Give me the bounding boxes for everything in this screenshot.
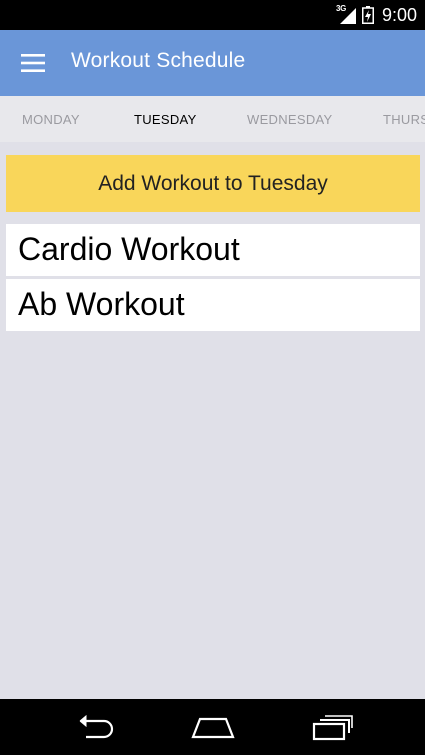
workout-name: Cardio Workout xyxy=(18,231,240,267)
back-icon[interactable] xyxy=(74,713,116,741)
status-bar: 3G 9:00 xyxy=(0,0,425,30)
page-title: Workout Schedule xyxy=(71,49,246,72)
hamburger-menu-icon[interactable] xyxy=(21,54,45,72)
tab-tuesday[interactable]: TUESDAY xyxy=(134,112,197,127)
tab-thursday[interactable]: THURS xyxy=(383,112,425,127)
tab-monday[interactable]: MONDAY xyxy=(22,112,80,127)
workout-list: Cardio Workout Ab Workout xyxy=(6,224,420,334)
app-bar: Workout Schedule xyxy=(0,30,425,96)
tab-wednesday[interactable]: WEDNESDAY xyxy=(247,112,333,127)
battery-icon xyxy=(362,6,374,24)
home-icon[interactable] xyxy=(190,713,236,741)
workout-list-item-ab[interactable]: Ab Workout xyxy=(6,279,420,331)
workout-name: Ab Workout xyxy=(18,286,185,322)
workout-list-item-cardio[interactable]: Cardio Workout xyxy=(6,224,420,276)
add-workout-button[interactable]: Add Workout to Tuesday xyxy=(6,155,420,212)
status-clock: 9:00 xyxy=(382,5,418,25)
signal-icon xyxy=(340,8,356,24)
day-tabs: MONDAY TUESDAY WEDNESDAY THURS xyxy=(0,96,425,142)
navigation-bar xyxy=(0,699,425,755)
recent-apps-icon[interactable] xyxy=(312,713,354,741)
